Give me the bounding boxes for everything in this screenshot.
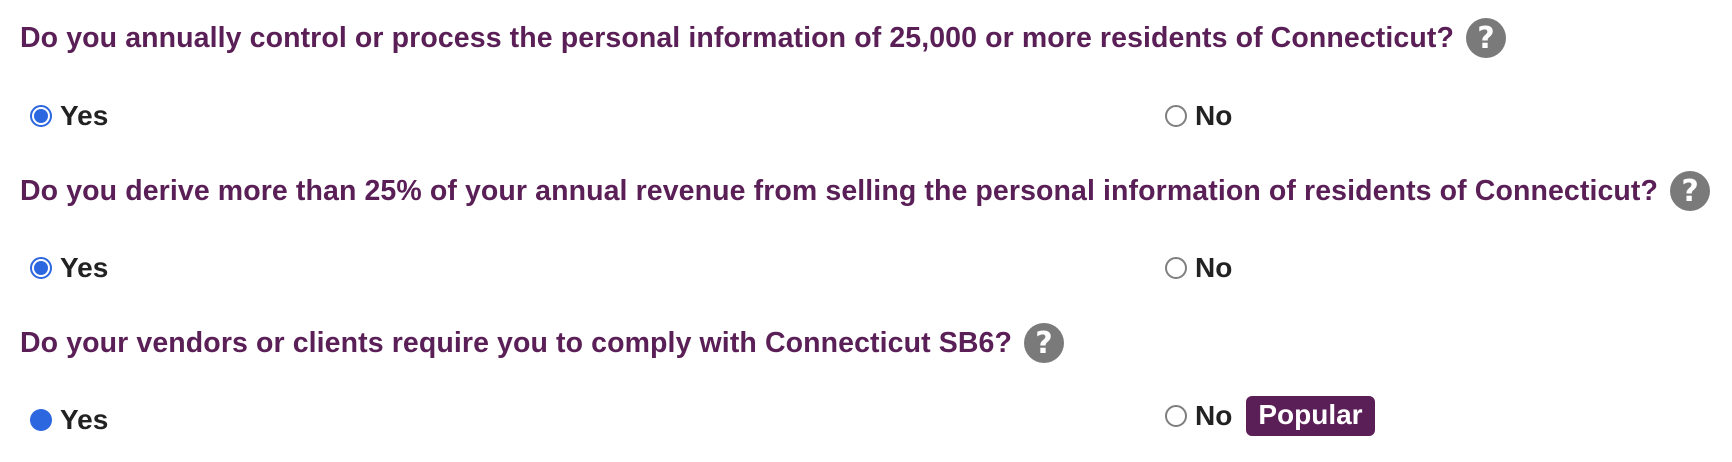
question-3-no-option[interactable]: No Popular [1165, 396, 1375, 436]
radio-button[interactable] [1165, 257, 1187, 279]
radio-button-selected[interactable] [30, 409, 52, 431]
radio-button-selected[interactable] [30, 257, 52, 279]
help-icon[interactable]: ? [1023, 323, 1064, 363]
question-1-no-option[interactable]: No [1165, 100, 1232, 132]
question-3: Do your vendors or clients require you t… [20, 323, 1064, 363]
help-icon[interactable]: ? [1465, 18, 1506, 58]
question-1: Do you annually control or process the p… [20, 18, 1506, 58]
option-label-no: No [1195, 100, 1233, 131]
question-1-yes-option[interactable]: Yes [30, 100, 108, 132]
question-2-no-option[interactable]: No [1165, 252, 1232, 284]
option-label-yes: Yes [60, 404, 109, 435]
question-3-text: Do your vendors or clients require you t… [20, 326, 1012, 359]
option-label-no: No [1195, 252, 1233, 283]
radio-button[interactable] [1165, 405, 1187, 427]
question-2-yes-option[interactable]: Yes [30, 252, 108, 284]
question-2: Do you derive more than 25% of your annu… [20, 171, 1711, 211]
option-label-yes: Yes [60, 252, 109, 283]
radio-button[interactable] [1165, 105, 1187, 127]
option-label-no: No [1195, 400, 1233, 431]
help-icon[interactable]: ? [1670, 171, 1711, 211]
option-label-yes: Yes [60, 100, 109, 131]
question-2-text: Do you derive more than 25% of your annu… [20, 174, 1659, 207]
question-3-yes-option[interactable]: Yes [30, 404, 108, 436]
radio-button-selected[interactable] [30, 105, 52, 127]
question-1-text: Do you annually control or process the p… [20, 21, 1454, 54]
popular-badge: Popular [1246, 396, 1375, 436]
